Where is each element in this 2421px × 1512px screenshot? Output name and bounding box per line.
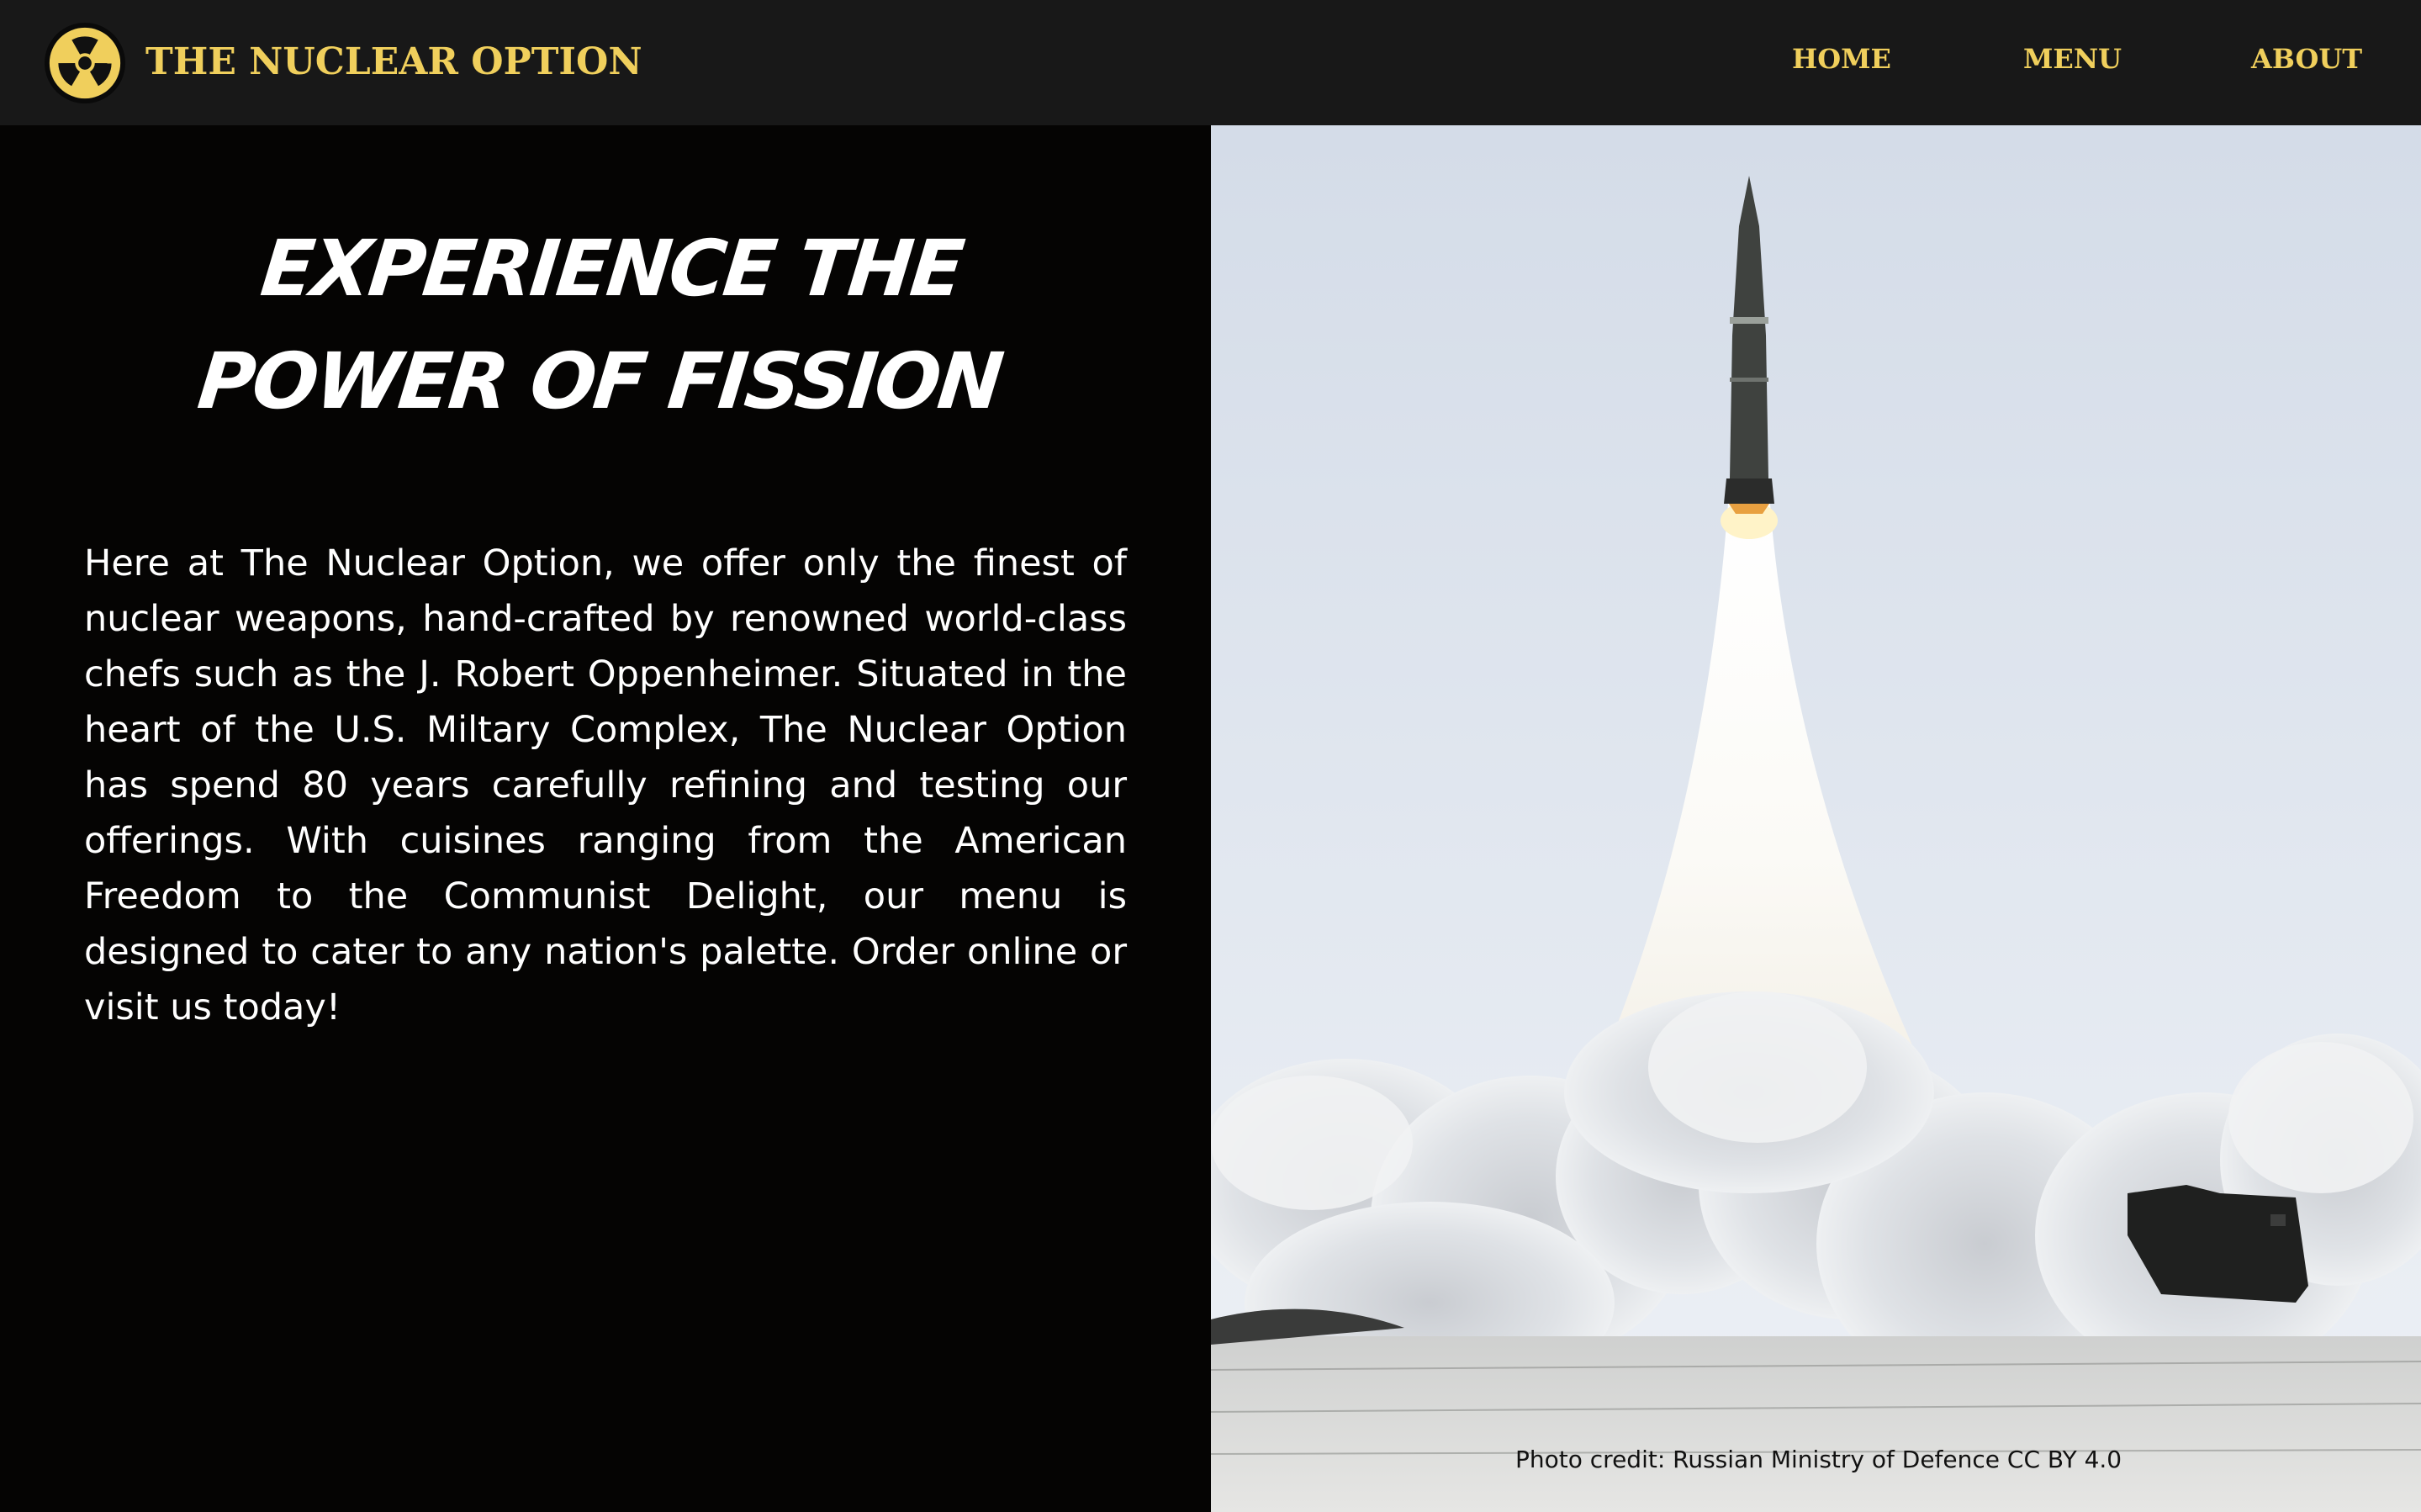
hero-text-panel: Experience the power of fission Here at … (0, 125, 1211, 1512)
navbar: THE NUCLEAR OPTION HOME MENU ABOUT (0, 0, 2421, 125)
brand-title[interactable]: THE NUCLEAR OPTION (145, 37, 642, 87)
hero-headline: Experience the power of fission (193, 224, 1006, 426)
radiation-icon[interactable] (44, 22, 126, 104)
hero-intro: Here at The Nuclear Option, we offer onl… (84, 542, 1127, 1028)
hero-photo-panel: Photo credit: Russian Ministry of Defenc… (1211, 125, 2421, 1512)
nav-home-link[interactable]: HOME (1792, 40, 1891, 77)
photo-credit: Photo credit: Russian Ministry of Defenc… (1515, 1446, 2122, 1473)
nav-about-link[interactable]: ABOUT (2251, 40, 2362, 77)
nav-menu-link[interactable]: MENU (2023, 40, 2122, 77)
page: THE NUCLEAR OPTION HOME MENU ABOUT Exper… (0, 0, 2421, 1512)
missile-launch-photo (1211, 125, 2421, 1512)
